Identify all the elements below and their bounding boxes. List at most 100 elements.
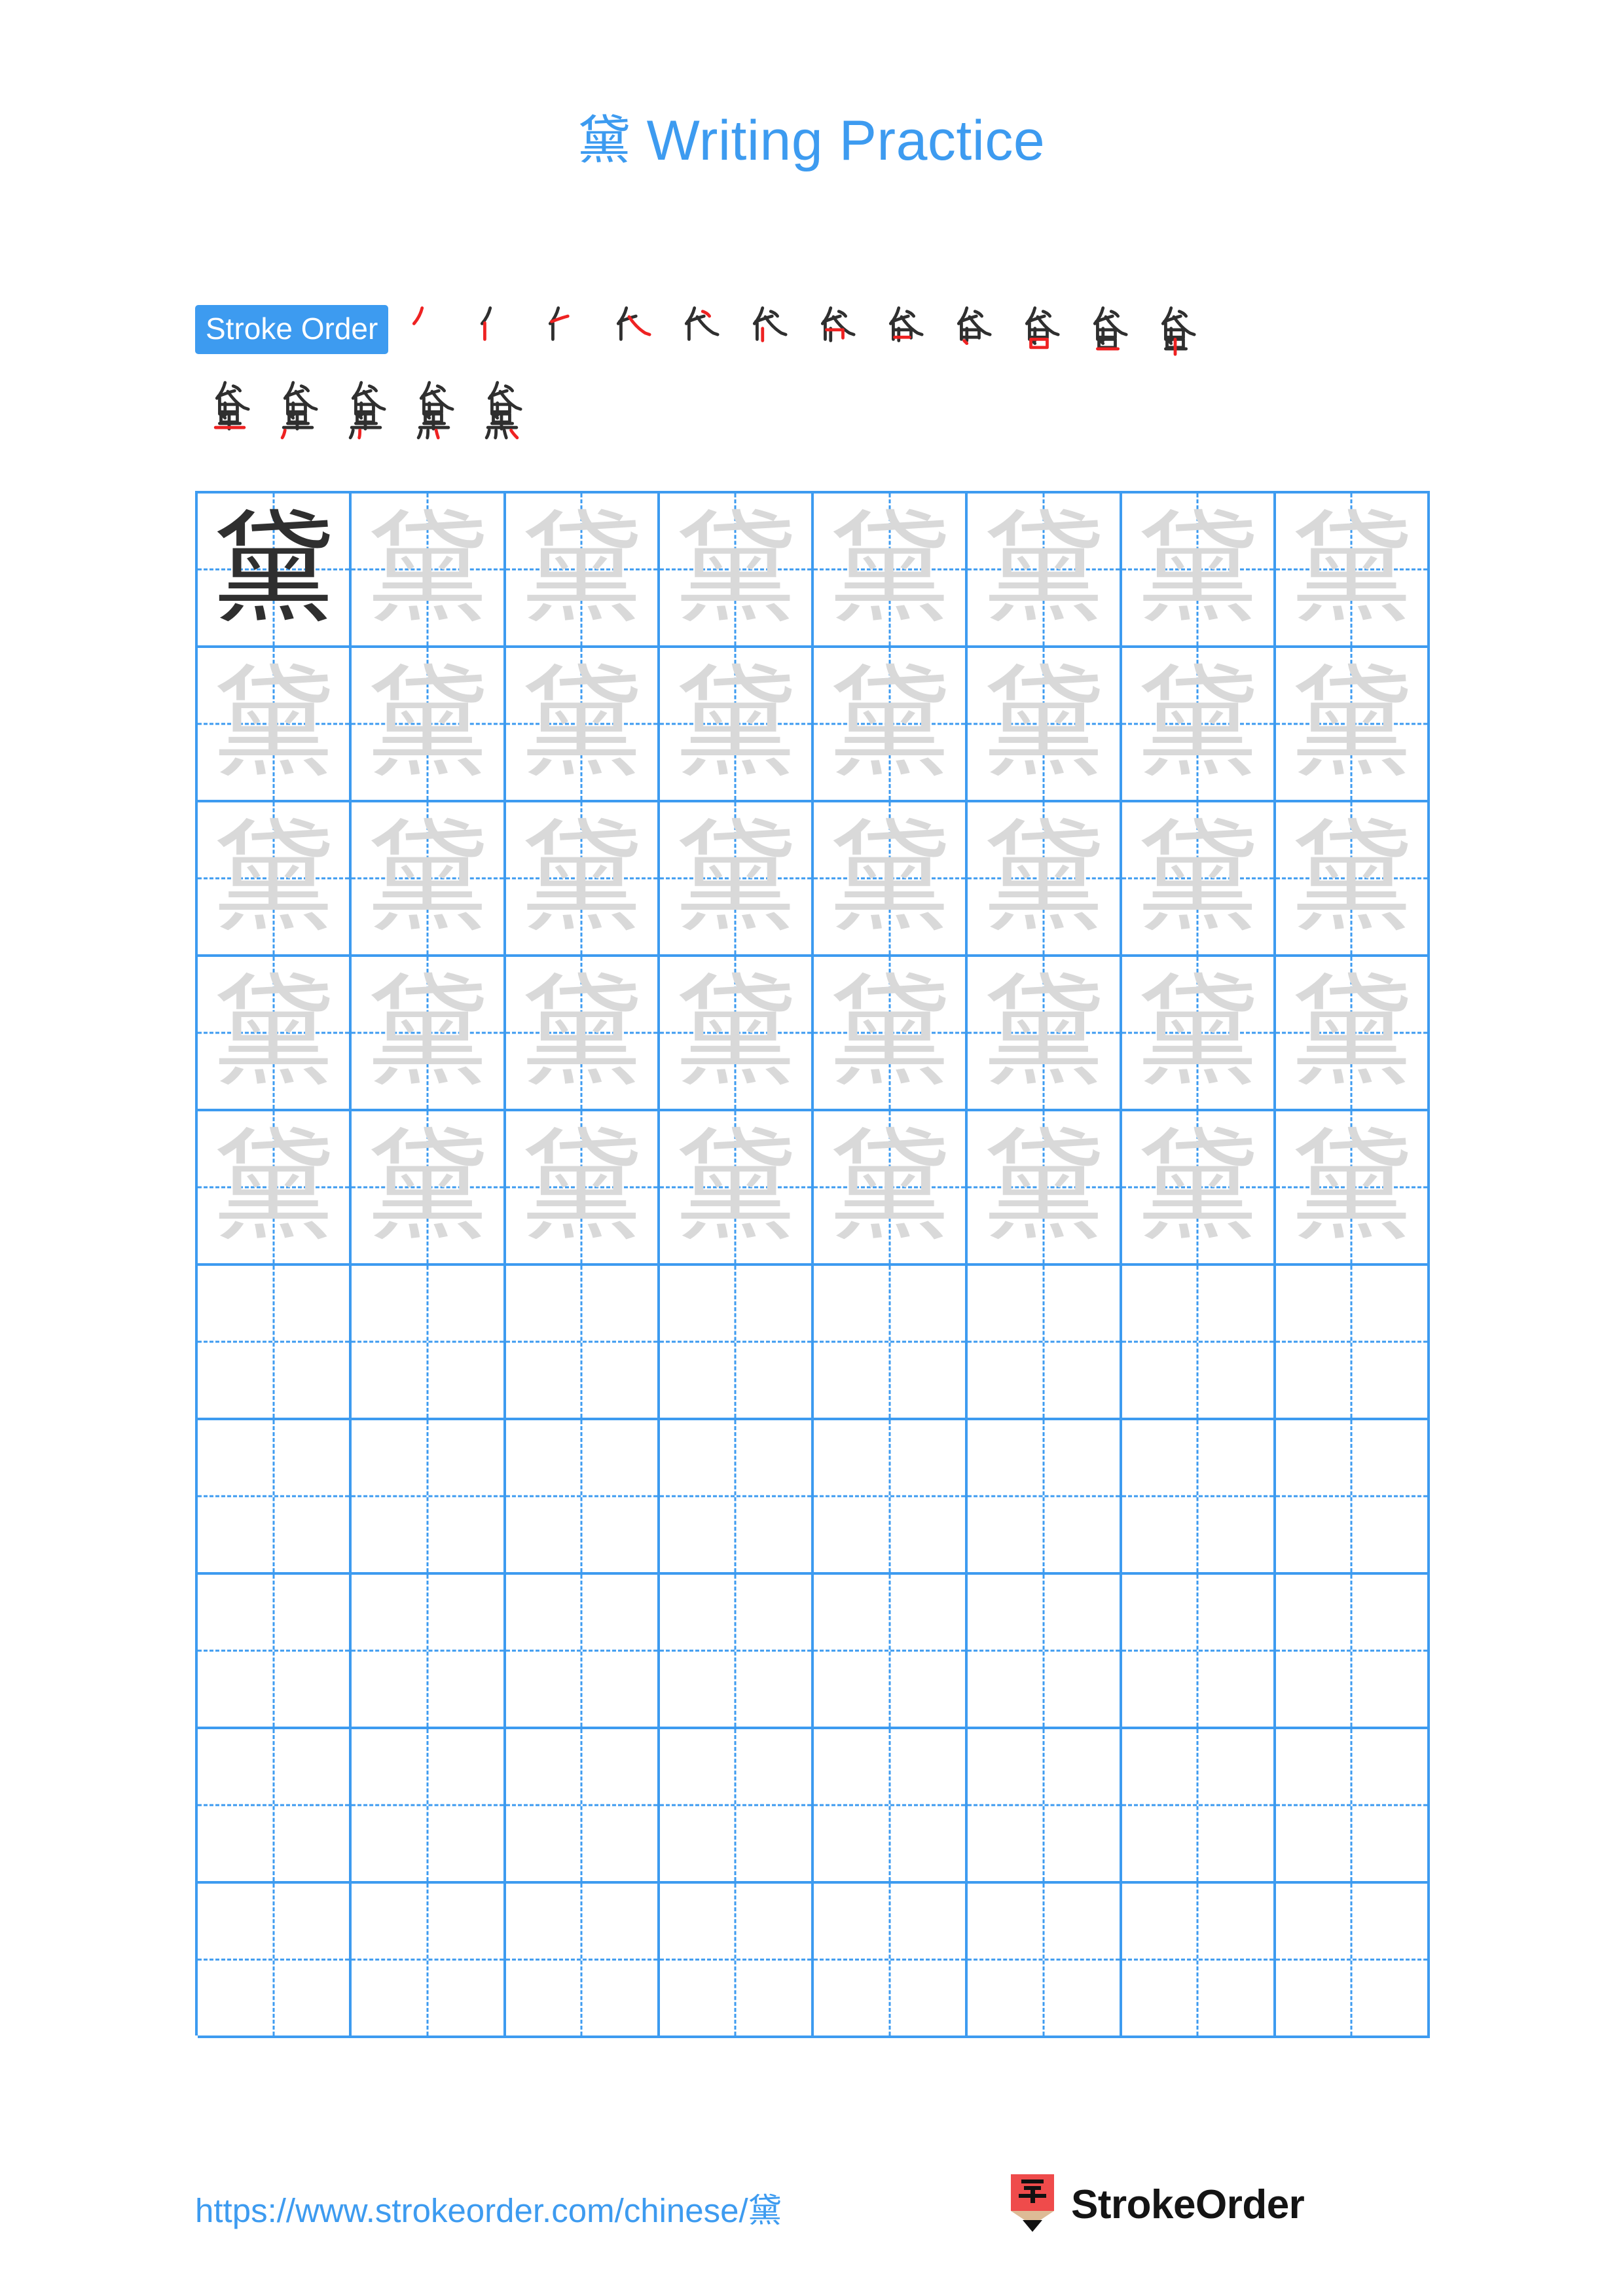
practice-cell[interactable]: 黛 (505, 493, 660, 645)
practice-cell[interactable] (352, 1729, 506, 1881)
practice-cell[interactable]: 黛 (1122, 957, 1276, 1109)
practice-cell[interactable] (659, 1266, 814, 1418)
title-character: 黛 (577, 110, 631, 171)
practice-cell[interactable]: 黛 (352, 493, 506, 645)
cell-horizontal-guide (1275, 1495, 1427, 1498)
practice-cell[interactable]: 黛 (968, 957, 1122, 1109)
practice-cell[interactable]: 黛 (352, 802, 506, 954)
practice-cell[interactable]: 黛 (352, 1111, 506, 1263)
practice-cell[interactable] (505, 1884, 660, 2036)
practice-cell[interactable]: 黛 (198, 1111, 352, 1263)
practice-cell[interactable] (659, 1884, 814, 2036)
practice-cell[interactable]: 黛 (659, 1111, 814, 1263)
practice-cell[interactable] (814, 1575, 968, 1727)
cell-horizontal-guide (352, 1340, 503, 1343)
model-character: 黛 (212, 498, 335, 640)
trace-character: 黛 (674, 653, 797, 795)
practice-cell[interactable] (659, 1729, 814, 1881)
practice-cell[interactable]: 黛 (198, 493, 352, 645)
practice-cell[interactable] (505, 1729, 660, 1881)
practice-cell[interactable]: 黛 (1275, 1111, 1430, 1263)
trace-character: 黛 (1290, 1116, 1413, 1258)
practice-cell[interactable] (352, 1884, 506, 2036)
footer-url[interactable]: https://www.strokeorder.com/chinese/黛 (195, 2183, 782, 2232)
practice-cell[interactable] (1122, 1575, 1276, 1727)
cell-horizontal-guide (814, 1958, 966, 1961)
practice-cell[interactable] (1275, 1884, 1430, 2036)
cell-horizontal-guide (659, 1649, 811, 1652)
practice-cell[interactable] (352, 1266, 506, 1418)
practice-cell[interactable]: 黛 (814, 648, 968, 800)
practice-cell[interactable] (814, 1884, 968, 2036)
practice-cell[interactable] (968, 1884, 1122, 2036)
practice-cell[interactable]: 黛 (659, 648, 814, 800)
practice-cell[interactable]: 黛 (1122, 648, 1276, 800)
practice-cell[interactable]: 黛 (505, 802, 660, 954)
brand-lockup[interactable]: StrokeOrder (1008, 2174, 1305, 2234)
practice-cell[interactable]: 黛 (198, 648, 352, 800)
practice-cell[interactable]: 黛 (659, 493, 814, 645)
stroke-step-5 (665, 298, 733, 367)
practice-cell[interactable] (505, 1575, 660, 1727)
practice-cell[interactable]: 黛 (1275, 802, 1430, 954)
practice-cell[interactable] (505, 1420, 660, 1572)
practice-cell[interactable]: 黛 (1275, 493, 1430, 645)
practice-cell[interactable] (968, 1420, 1122, 1572)
cell-horizontal-guide (1275, 1804, 1427, 1806)
practice-cell[interactable] (1275, 1420, 1430, 1572)
practice-cell[interactable]: 黛 (1122, 493, 1276, 645)
practice-cell[interactable]: 黛 (814, 802, 968, 954)
trace-character: 黛 (982, 498, 1104, 640)
practice-cell[interactable]: 黛 (968, 648, 1122, 800)
practice-cell[interactable] (1275, 1266, 1430, 1418)
practice-cell[interactable]: 黛 (814, 493, 968, 645)
trace-character: 黛 (366, 1116, 488, 1258)
practice-cell[interactable] (198, 1729, 352, 1881)
cell-horizontal-guide (659, 1804, 811, 1806)
practice-cell[interactable] (1275, 1575, 1430, 1727)
practice-cell[interactable]: 黛 (968, 1111, 1122, 1263)
cell-horizontal-guide (814, 1495, 966, 1498)
practice-cell[interactable] (352, 1420, 506, 1572)
practice-cell[interactable] (198, 1884, 352, 2036)
practice-cell[interactable] (1122, 1884, 1276, 2036)
practice-cell[interactable]: 黛 (352, 957, 506, 1109)
practice-cell[interactable] (198, 1575, 352, 1727)
cell-horizontal-guide (659, 1958, 811, 1961)
practice-cell[interactable]: 黛 (352, 648, 506, 800)
practice-cell[interactable] (814, 1729, 968, 1881)
practice-cell[interactable] (814, 1266, 968, 1418)
practice-cell[interactable]: 黛 (1275, 957, 1430, 1109)
practice-cell[interactable] (1122, 1420, 1276, 1572)
practice-cell[interactable] (198, 1266, 352, 1418)
practice-cell[interactable]: 黛 (198, 957, 352, 1109)
practice-cell[interactable]: 黛 (505, 1111, 660, 1263)
practice-cell[interactable]: 黛 (659, 957, 814, 1109)
practice-cell[interactable] (1122, 1729, 1276, 1881)
practice-cell[interactable] (505, 1266, 660, 1418)
practice-cell[interactable] (659, 1420, 814, 1572)
brand-name: StrokeOrder (1071, 2181, 1305, 2227)
practice-cell[interactable] (814, 1420, 968, 1572)
practice-cell[interactable] (352, 1575, 506, 1727)
grid-row (198, 1884, 1430, 2038)
practice-cell[interactable]: 黛 (814, 1111, 968, 1263)
practice-cell[interactable]: 黛 (1122, 1111, 1276, 1263)
practice-cell[interactable] (968, 1575, 1122, 1727)
practice-cell[interactable] (659, 1575, 814, 1727)
stroke-step-1 (392, 298, 460, 367)
practice-cell[interactable]: 黛 (814, 957, 968, 1109)
practice-cell[interactable]: 黛 (1275, 648, 1430, 800)
practice-cell[interactable]: 黛 (1122, 802, 1276, 954)
practice-cell[interactable] (968, 1729, 1122, 1881)
practice-cell[interactable]: 黛 (659, 802, 814, 954)
practice-cell[interactable]: 黛 (968, 802, 1122, 954)
practice-cell[interactable] (198, 1420, 352, 1572)
practice-cell[interactable]: 黛 (505, 957, 660, 1109)
practice-cell[interactable]: 黛 (505, 648, 660, 800)
practice-cell[interactable] (1275, 1729, 1430, 1881)
practice-cell[interactable] (1122, 1266, 1276, 1418)
practice-cell[interactable]: 黛 (968, 493, 1122, 645)
practice-cell[interactable]: 黛 (198, 802, 352, 954)
practice-cell[interactable] (968, 1266, 1122, 1418)
